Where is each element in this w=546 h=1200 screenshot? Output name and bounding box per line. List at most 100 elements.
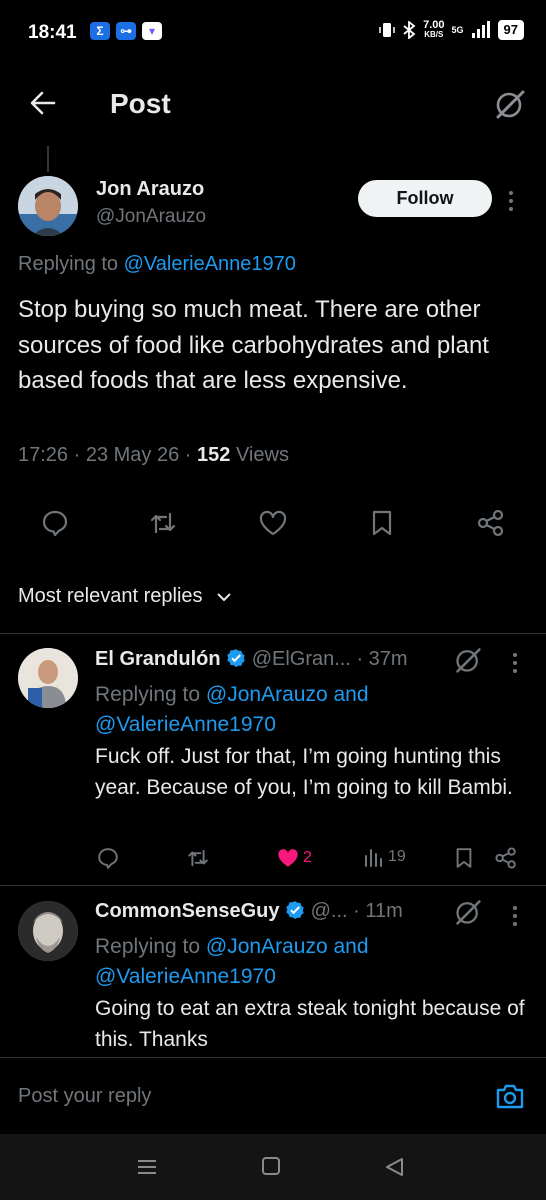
analytics-icon: [365, 849, 382, 867]
repost-icon: [188, 849, 208, 867]
comment-icon: [42, 510, 68, 537]
vibrate-icon: [379, 23, 395, 37]
triangle-back-icon: [386, 1158, 403, 1176]
author-avatar[interactable]: [18, 176, 78, 236]
camera-button[interactable]: [494, 1080, 526, 1112]
heart-icon: [259, 510, 287, 536]
share-button[interactable]: [476, 508, 506, 538]
avatar-photo: [18, 648, 78, 708]
reply-author-handle[interactable]: @ElGran...: [252, 648, 351, 670]
reply-input[interactable]: Post your reply: [18, 1085, 151, 1108]
replying-to-link[interactable]: @JonArauzo: [206, 683, 328, 706]
reply-button[interactable]: [40, 508, 70, 538]
views-label: Views: [235, 444, 289, 466]
status-indicators: 7.00 KB/S 5G 97: [379, 20, 524, 40]
reply-author-name[interactable]: El Grandulón: [95, 648, 221, 670]
like-button[interactable]: 2: [276, 846, 312, 870]
follow-button[interactable]: Follow: [358, 180, 492, 217]
reply-text: Fuck off. Just for that, I’m going hunti…: [95, 745, 513, 799]
more-options-button[interactable]: [512, 652, 518, 674]
battery-level: 97: [497, 20, 524, 40]
verified-badge-icon: [286, 901, 304, 919]
sigma-app-icon: Σ: [90, 22, 110, 40]
post-text: Stop buying so much meat. There are othe…: [18, 296, 489, 394]
more-options-button[interactable]: [512, 905, 518, 927]
status-time: 18:41: [28, 22, 77, 43]
recent-apps-button[interactable]: [136, 1156, 158, 1178]
replying-to-link[interactable]: @ValerieAnne1970: [95, 713, 276, 736]
reply-age: · 11m: [353, 900, 403, 922]
post-time: 17:26: [18, 444, 69, 466]
divider: [0, 633, 546, 634]
net-speed: 7.00 KB/S: [423, 19, 445, 40]
bookmark-button[interactable]: [367, 508, 397, 538]
replying-to-line: Replying to @JonArauzo and @ValerieAnne1…: [95, 683, 369, 736]
bluetooth-icon: [403, 21, 416, 39]
more-vertical-icon: [513, 906, 517, 926]
replying-to-line: Replying to @JonArauzo and @ValerieAnne1…: [95, 935, 369, 988]
thread-connector: [47, 146, 49, 172]
reply-author-name[interactable]: CommonSenseGuy: [95, 900, 279, 922]
replying-to-link[interactable]: @ValerieAnne1970: [124, 253, 296, 275]
like-button[interactable]: [258, 508, 288, 538]
arrow-left-icon: [30, 91, 56, 115]
grok-button[interactable]: [454, 646, 482, 674]
post-date: 23 May 26: [85, 444, 180, 466]
more-vertical-icon: [509, 191, 513, 211]
views-count: 152: [197, 444, 231, 466]
replying-to-line: Replying to @ValerieAnne1970: [18, 253, 296, 275]
system-nav-bar: [0, 1134, 546, 1200]
repost-icon: [150, 512, 176, 534]
repost-button[interactable]: [148, 508, 178, 538]
square-icon: [262, 1157, 280, 1175]
nav-back-button[interactable]: [384, 1156, 404, 1178]
signal-icon: [471, 21, 490, 38]
post-meta: 17:26 · 23 May 26 · 152 Views: [18, 444, 289, 466]
grok-button[interactable]: [454, 898, 482, 926]
reply-author-handle[interactable]: @...: [311, 900, 348, 922]
bookmark-icon: [456, 848, 472, 868]
menu-icon: [138, 1160, 156, 1174]
author-name[interactable]: Jon Arauzo: [96, 178, 204, 201]
avatar-photo: [18, 901, 78, 961]
replying-to-link[interactable]: @JonArauzo: [206, 935, 328, 958]
shield-app-icon: ▾: [142, 22, 162, 40]
reply-author-row: CommonSenseGuy @... · 11m: [95, 900, 403, 923]
home-button[interactable]: [261, 1156, 281, 1176]
replying-to-link[interactable]: @ValerieAnne1970: [95, 965, 276, 988]
reply-author-row: El Grandulón @ElGran... · 37m: [95, 648, 408, 671]
grok-button[interactable]: [494, 88, 526, 120]
avatar-photo: [18, 176, 78, 236]
divider: [0, 885, 546, 886]
author-handle[interactable]: @JonArauzo: [96, 206, 206, 228]
grok-icon: [456, 900, 481, 925]
more-vertical-icon: [513, 653, 517, 673]
reply-button[interactable]: [96, 846, 120, 870]
bookmark-button[interactable]: [452, 846, 476, 870]
back-button[interactable]: [28, 88, 58, 118]
reply-text: Going to eat an extra steak tonight beca…: [95, 997, 525, 1051]
views-button[interactable]: 19: [364, 846, 406, 868]
reply-avatar[interactable]: [18, 901, 78, 961]
more-options-button[interactable]: [508, 190, 522, 212]
bookmark-icon: [372, 510, 392, 536]
grok-icon: [496, 90, 525, 119]
repost-button[interactable]: [186, 846, 210, 870]
grok-icon: [456, 648, 481, 673]
network-type: 5G: [451, 25, 464, 35]
views-count: 19: [388, 848, 406, 865]
share-button[interactable]: [494, 846, 518, 870]
verified-badge-icon: [227, 649, 245, 667]
key-app-icon: ⊶: [116, 22, 136, 40]
share-icon: [477, 509, 504, 537]
status-app-icons: Σ ⊶ ▾: [90, 22, 162, 40]
page-title: Post: [110, 88, 171, 119]
like-count: 2: [303, 849, 312, 866]
reply-age: · 37m: [356, 648, 408, 670]
reply-avatar[interactable]: [18, 648, 78, 708]
sort-replies-dropdown[interactable]: Most relevant replies: [18, 585, 232, 608]
share-icon: [495, 847, 516, 869]
heart-filled-icon: [278, 849, 298, 867]
chevron-down-icon: [217, 593, 231, 602]
comment-icon: [98, 848, 118, 870]
